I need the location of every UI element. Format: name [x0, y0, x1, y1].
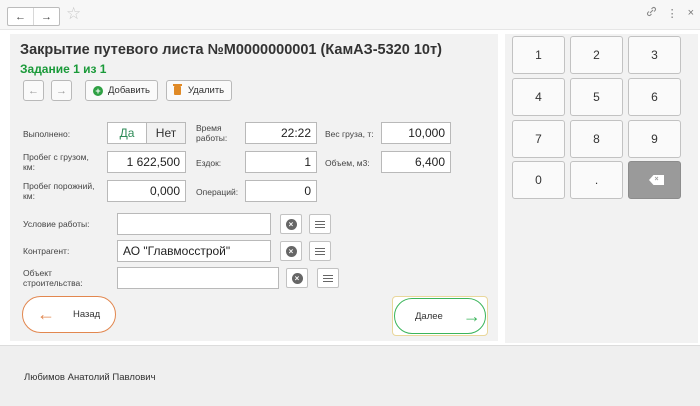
- prev-task-button[interactable]: ←: [23, 80, 44, 101]
- construction-site-clear-button[interactable]: ×: [286, 268, 308, 288]
- key-6[interactable]: 6: [628, 78, 681, 116]
- key-1[interactable]: 1: [512, 36, 565, 74]
- done-toggle[interactable]: Да Нет: [107, 122, 186, 144]
- arrow-right-icon: →: [462, 305, 481, 326]
- trash-icon: [172, 84, 182, 95]
- list-icon: [315, 247, 325, 255]
- history-back-button[interactable]: ←: [8, 8, 33, 25]
- task-counter: Задание 1 из 1: [20, 62, 107, 76]
- construction-site-input[interactable]: [117, 267, 279, 289]
- counterparty-list-button[interactable]: [309, 241, 331, 261]
- done-label: Выполнено:: [23, 129, 71, 139]
- trips-label: Ездок:: [196, 158, 222, 168]
- arrow-left-icon: ←: [28, 84, 39, 97]
- cargo-weight-label: Вес груза, т:: [325, 129, 374, 139]
- history-forward-button[interactable]: →: [33, 8, 59, 25]
- window-controls: ⋮ ×: [646, 6, 694, 20]
- add-button[interactable]: + Добавить: [85, 80, 158, 101]
- history-nav: ← →: [7, 7, 60, 26]
- status-footer: Любимов Анатолий Павлович: [0, 345, 700, 406]
- key-4[interactable]: 4: [512, 78, 565, 116]
- clear-icon: ×: [291, 272, 303, 284]
- mileage-empty-label: Пробег порожний, км:: [23, 181, 95, 201]
- done-no-option[interactable]: Нет: [147, 123, 185, 143]
- more-menu-icon[interactable]: ⋮: [667, 7, 678, 20]
- operations-label: Операций:: [196, 187, 239, 197]
- delete-button[interactable]: Удалить: [166, 80, 232, 101]
- next-button-pill: Далее →: [394, 298, 486, 334]
- arrow-right-icon: →: [56, 84, 67, 97]
- close-icon[interactable]: ×: [688, 7, 694, 19]
- work-condition-list-button[interactable]: [309, 214, 331, 234]
- plus-icon: +: [93, 85, 103, 96]
- key-backspace[interactable]: ×: [628, 161, 681, 199]
- next-button-label: Далее: [415, 310, 443, 322]
- time-input[interactable]: 22:22: [245, 122, 317, 144]
- favorite-star-icon[interactable]: ☆: [66, 4, 81, 24]
- next-button[interactable]: Далее →: [392, 296, 488, 336]
- backspace-icon: ×: [649, 175, 664, 185]
- counterparty-clear-button[interactable]: ×: [280, 241, 302, 261]
- list-icon: [323, 274, 333, 282]
- link-icon[interactable]: [646, 6, 657, 20]
- key-3[interactable]: 3: [628, 36, 681, 74]
- clear-icon: ×: [285, 218, 297, 230]
- mileage-empty-input[interactable]: 0,000: [107, 180, 186, 202]
- top-bar: ← → ☆ ⋮ ×: [0, 0, 700, 30]
- done-yes-option[interactable]: Да: [108, 123, 147, 143]
- clear-icon: ×: [285, 245, 297, 257]
- list-icon: [315, 220, 325, 228]
- back-button-label: Назад: [73, 309, 101, 320]
- next-task-button[interactable]: →: [51, 80, 72, 101]
- back-button[interactable]: ← Назад: [22, 296, 116, 333]
- page-title: Закрытие путевого листа №М0000000001 (Ка…: [20, 42, 442, 58]
- cargo-weight-input[interactable]: 10,000: [381, 122, 451, 144]
- key-0[interactable]: 0: [512, 161, 565, 199]
- key-2[interactable]: 2: [570, 36, 623, 74]
- counterparty-label: Контрагент:: [23, 246, 70, 256]
- add-button-label: Добавить: [108, 85, 150, 96]
- construction-site-label: Объект строительства:: [23, 268, 83, 288]
- operations-input[interactable]: 0: [245, 180, 317, 202]
- delete-button-label: Удалить: [187, 85, 225, 96]
- key-decimal[interactable]: .: [570, 161, 623, 199]
- time-label: Время работы:: [196, 123, 228, 143]
- work-condition-clear-button[interactable]: ×: [280, 214, 302, 234]
- mileage-loaded-label: Пробег с грузом, км:: [23, 152, 89, 172]
- volume-label: Объем, м3:: [325, 158, 370, 168]
- work-condition-input[interactable]: [117, 213, 271, 235]
- current-user: Любимов Анатолий Павлович: [24, 372, 156, 383]
- arrow-left-icon: ←: [37, 304, 55, 324]
- trips-input[interactable]: 1: [245, 151, 317, 173]
- counterparty-input[interactable]: АО "Главмосстрой": [117, 240, 271, 262]
- volume-input[interactable]: 6,400: [381, 151, 451, 173]
- mileage-loaded-input[interactable]: 1 622,500: [107, 151, 186, 173]
- key-5[interactable]: 5: [570, 78, 623, 116]
- key-9[interactable]: 9: [628, 120, 681, 158]
- key-7[interactable]: 7: [512, 120, 565, 158]
- construction-site-list-button[interactable]: [317, 268, 339, 288]
- work-condition-label: Условие работы:: [23, 219, 90, 229]
- key-8[interactable]: 8: [570, 120, 623, 158]
